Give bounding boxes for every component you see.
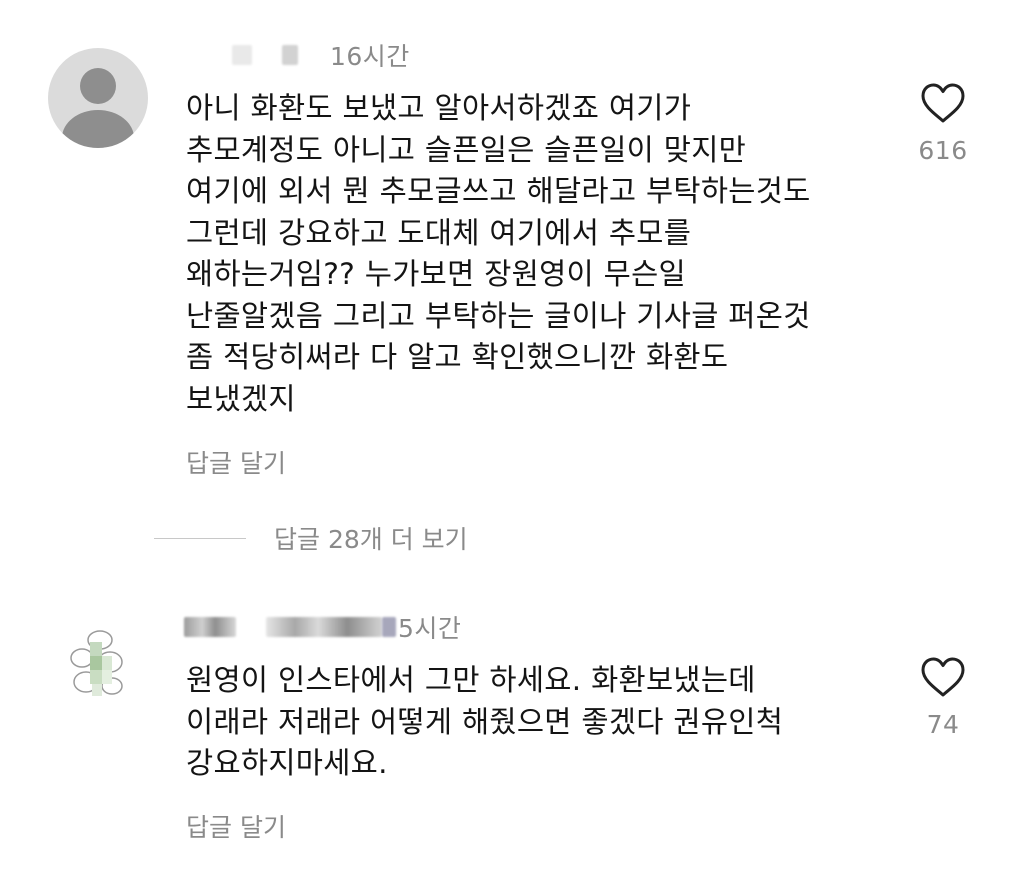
- divider-line: [154, 537, 246, 539]
- comment-time: 5시간: [398, 614, 462, 643]
- username-redacted[interactable]: [382, 617, 396, 637]
- username-redacted[interactable]: [184, 617, 236, 637]
- like-button[interactable]: 616: [903, 82, 983, 165]
- username-redacted[interactable]: [266, 617, 382, 637]
- comment-meta: 5시간: [184, 612, 462, 643]
- reply-button[interactable]: 답글 달기: [186, 444, 286, 480]
- username-redacted[interactable]: [282, 45, 298, 65]
- view-more-replies-label[interactable]: 답글 28개 더 보기: [274, 520, 468, 556]
- heart-outline-icon[interactable]: [920, 656, 966, 698]
- heart-outline-icon[interactable]: [920, 82, 966, 124]
- comment-text: 아니 화환도 보냈고 알아서하겠죠 여기가 추모계정도 아니고 슬픈일은 슬픈일…: [186, 91, 811, 416]
- username-redacted[interactable]: [232, 45, 252, 65]
- avatar-image: [70, 630, 123, 696]
- view-more-replies[interactable]: 답글 28개 더 보기: [154, 520, 468, 556]
- like-count: 74: [926, 710, 960, 739]
- default-avatar-icon[interactable]: [48, 48, 148, 148]
- comment-time: 16시간: [330, 42, 410, 71]
- like-count: 616: [918, 136, 968, 165]
- comment-meta: 16시간: [232, 40, 410, 71]
- comment-text: 원영이 인스타에서 그만 하세요. 화환보냈는데 이래라 저래라 어떻게 해줬으…: [186, 663, 784, 780]
- like-button[interactable]: 74: [903, 656, 983, 739]
- reply-button[interactable]: 답글 달기: [186, 808, 286, 844]
- user-avatar[interactable]: [62, 628, 134, 700]
